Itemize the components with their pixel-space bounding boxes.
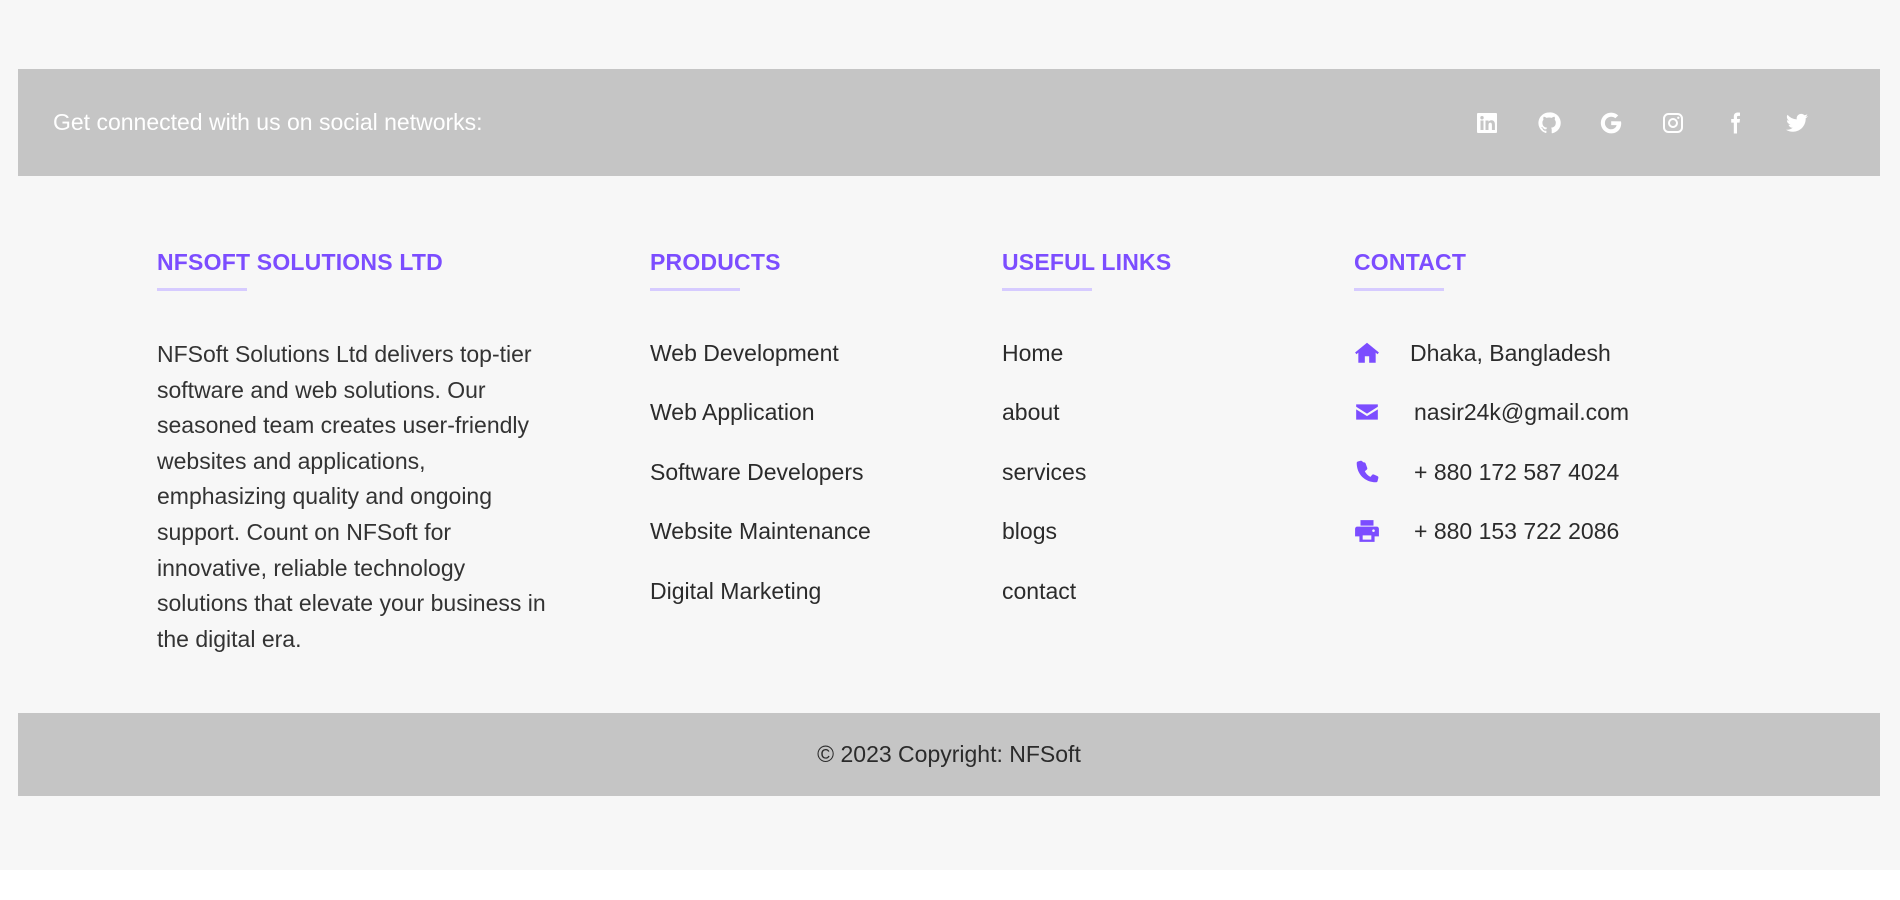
- title-underline: [157, 288, 247, 291]
- phone-text[interactable]: + 880 172 587 4024: [1414, 456, 1619, 488]
- envelope-icon: [1354, 396, 1382, 428]
- product-link-web-application[interactable]: Web Application: [650, 396, 950, 455]
- footer: Get connected with us on social networks…: [0, 0, 1900, 870]
- link-contact[interactable]: contact: [1002, 575, 1302, 634]
- link-home[interactable]: Home: [1002, 337, 1302, 396]
- address-text: Dhaka, Bangladesh: [1410, 340, 1611, 366]
- twitter-icon[interactable]: [1784, 110, 1810, 136]
- title-underline: [1354, 288, 1444, 291]
- title-underline: [650, 288, 740, 291]
- products-list: Web Development Web Application Software…: [650, 337, 950, 634]
- link-blogs[interactable]: blogs: [1002, 515, 1302, 574]
- contact-fax: + 880 153 722 2086: [1354, 515, 1754, 574]
- link-about[interactable]: about: [1002, 396, 1302, 455]
- google-icon[interactable]: [1598, 110, 1624, 136]
- email-text[interactable]: nasir24k@gmail.com: [1414, 396, 1629, 428]
- fax-text: + 880 153 722 2086: [1414, 518, 1620, 545]
- useful-links-title: USEFUL LINKS: [1002, 249, 1172, 275]
- title-underline: [1002, 288, 1092, 291]
- products-title: PRODUCTS: [650, 249, 781, 275]
- instagram-icon[interactable]: [1660, 110, 1686, 136]
- contact-address: Dhaka, Bangladesh: [1354, 337, 1754, 396]
- contact-title: CONTACT: [1354, 249, 1467, 275]
- github-icon[interactable]: [1536, 110, 1562, 136]
- facebook-icon[interactable]: [1722, 110, 1748, 136]
- link-services[interactable]: services: [1002, 456, 1302, 515]
- copyright-bar: © 2023 Copyright: NFSoft: [18, 713, 1880, 796]
- social-bar: Get connected with us on social networks…: [18, 69, 1880, 176]
- product-link-digital-marketing[interactable]: Digital Marketing: [650, 575, 950, 634]
- product-link-web-development[interactable]: Web Development: [650, 337, 950, 396]
- useful-links-column: USEFUL LINKS Home about services blogs c…: [1002, 246, 1302, 634]
- linkedin-icon[interactable]: [1474, 110, 1500, 136]
- contact-phone: + 880 172 587 4024: [1354, 456, 1754, 515]
- contact-list: Dhaka, Bangladesh nasir24k@gmail.com + 8…: [1354, 337, 1754, 575]
- company-title: NFSOFT SOLUTIONS LTD: [157, 249, 443, 275]
- contact-column: CONTACT Dhaka, Bangladesh nasir24k@gmail…: [1354, 246, 1754, 575]
- products-column: PRODUCTS Web Development Web Application…: [650, 246, 950, 634]
- useful-links-list: Home about services blogs contact: [1002, 337, 1302, 634]
- company-description: NFSoft Solutions Ltd delivers top-tier s…: [157, 341, 546, 652]
- product-link-website-maintenance[interactable]: Website Maintenance: [650, 515, 950, 574]
- company-column: NFSOFT SOLUTIONS LTD NFSoft Solutions Lt…: [157, 246, 557, 657]
- phone-icon: [1354, 456, 1382, 488]
- printer-icon: [1354, 515, 1382, 547]
- home-icon: [1354, 337, 1382, 369]
- copyright-text: © 2023 Copyright: NFSoft: [817, 741, 1081, 767]
- social-icons: [1474, 110, 1810, 136]
- product-link-software-developers[interactable]: Software Developers: [650, 456, 950, 515]
- social-bar-text: Get connected with us on social networks…: [53, 109, 483, 135]
- contact-email: nasir24k@gmail.com: [1354, 396, 1754, 455]
